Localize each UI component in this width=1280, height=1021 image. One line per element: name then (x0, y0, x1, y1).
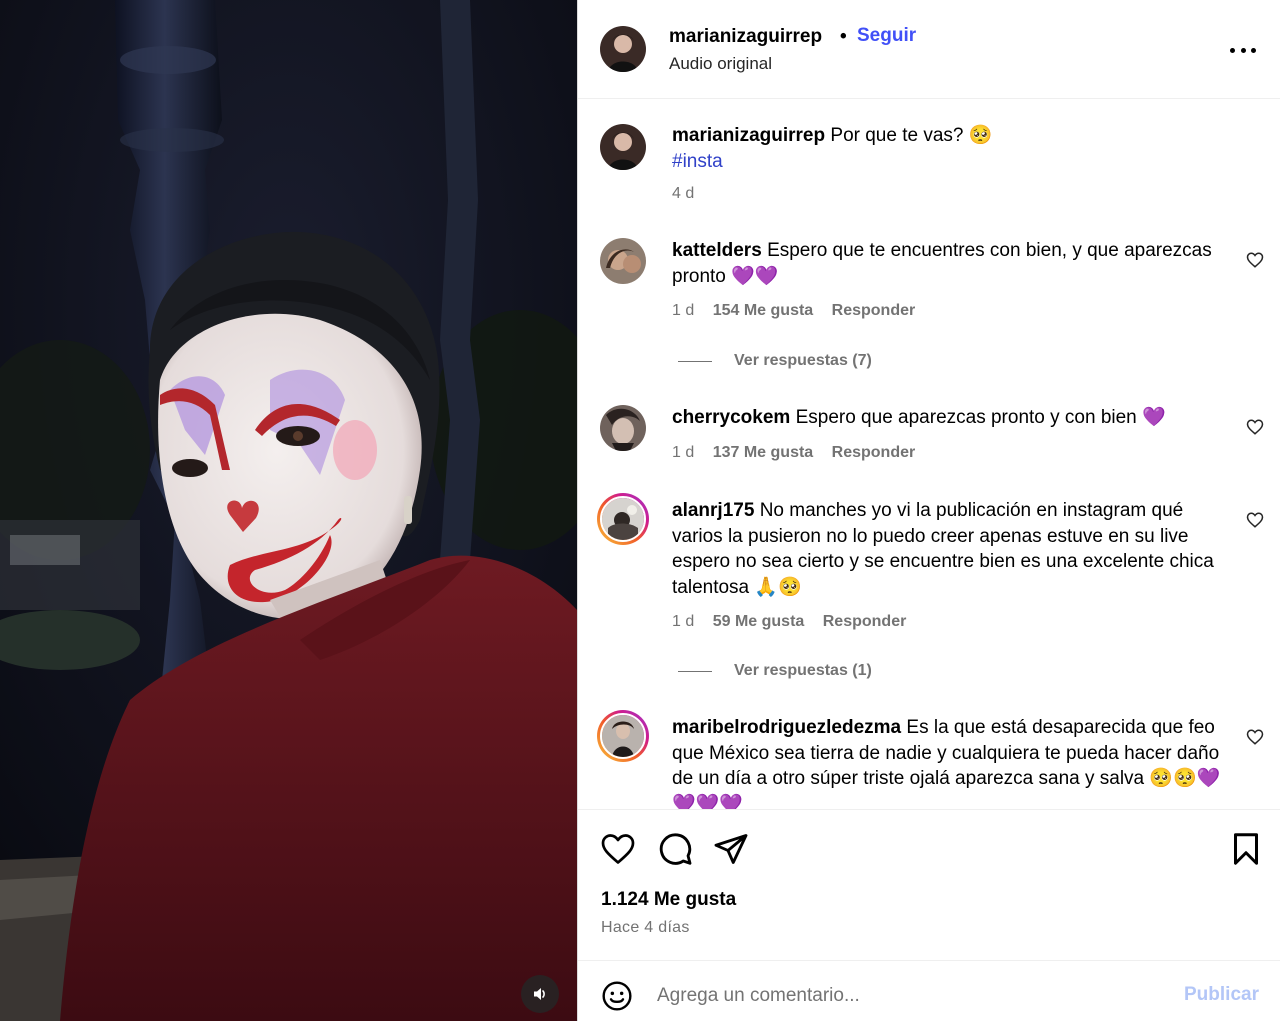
more-dot (1240, 47, 1246, 53)
comment-likes[interactable]: 59 Me gusta (713, 613, 805, 630)
comment-time[interactable]: 1 d (672, 302, 694, 319)
heart-icon[interactable] (1246, 728, 1264, 746)
reply-button[interactable]: Responder (823, 613, 907, 630)
paper-plane-icon[interactable] (713, 831, 749, 867)
caption-meta: 4 d (672, 185, 708, 203)
caption-text: marianizaguirrep Por que te vas? 🥺 #inst… (672, 123, 1224, 174)
comment-text: cherrycokem Espero que aparezcas pronto … (672, 405, 1224, 431)
commenter-avatar-story[interactable] (597, 710, 649, 762)
post-timestamp[interactable]: Hace 4 días (601, 919, 690, 937)
emoji-smiley-icon[interactable] (601, 980, 633, 1012)
comment-body: Espero que aparezcas pronto y con bien 💜 (795, 407, 1166, 428)
commenter-avatar[interactable] (600, 238, 646, 284)
comment-likes[interactable]: 137 Me gusta (713, 444, 813, 461)
comments-list[interactable]: marianizaguirrep Por que te vas? 🥺 #inst… (578, 100, 1280, 809)
more-options-button[interactable] (1230, 38, 1256, 62)
comment-username[interactable]: cherrycokem (672, 407, 790, 428)
mute-button[interactable] (521, 975, 559, 1013)
comment-composer: Publicar (578, 960, 1280, 1021)
caption-username[interactable]: marianizaguirrep (672, 125, 825, 146)
hashtag-link[interactable]: #insta (672, 151, 723, 172)
comment-likes[interactable]: 154 Me gusta (713, 302, 813, 319)
comment-text: kattelders Espero que te encuentres con … (672, 238, 1224, 289)
more-dot (1251, 47, 1256, 53)
comment-time[interactable]: 1 d (672, 613, 694, 630)
post-header: marianizaguirrep • Seguir Audio original (578, 0, 1280, 99)
post-photo (0, 0, 577, 1021)
comment-text: maribelrodriguezledezma Es la que está d… (672, 715, 1224, 809)
comment-username[interactable]: maribelrodriguezledezma (672, 717, 901, 738)
more-horizontal-icon (1230, 47, 1235, 53)
heart-icon[interactable] (1246, 251, 1264, 269)
heart-icon[interactable] (1246, 511, 1264, 529)
view-replies-button[interactable]: Ver respuestas (1) (678, 662, 872, 680)
comment-meta: 1 d 137 Me gusta Responder (672, 444, 929, 462)
comment-username[interactable]: alanrj175 (672, 500, 754, 521)
reply-button[interactable]: Responder (832, 444, 916, 461)
post-media[interactable] (0, 0, 577, 1021)
follow-button[interactable]: Seguir (857, 25, 916, 47)
comment-text: alanrj175 No manches yo vi la publicació… (672, 498, 1224, 600)
author-avatar[interactable] (600, 26, 646, 72)
comment-meta: 1 d 154 Me gusta Responder (672, 302, 929, 320)
post-sidebar: marianizaguirrep • Seguir Audio original… (578, 0, 1280, 1021)
comment-bubble-icon[interactable] (657, 831, 693, 867)
reply-button[interactable]: Responder (832, 302, 916, 319)
commenter-avatar[interactable] (600, 405, 646, 451)
comment-input[interactable] (657, 979, 1157, 1013)
separator-dot: • (840, 26, 847, 47)
view-replies-button[interactable]: Ver respuestas (7) (678, 352, 872, 370)
caption-avatar[interactable] (600, 124, 646, 170)
action-bar: 1.124 Me gusta Hace 4 días (578, 809, 1280, 960)
caption-time[interactable]: 4 d (672, 185, 694, 202)
comment-time[interactable]: 1 d (672, 444, 694, 461)
heart-icon[interactable] (600, 831, 636, 867)
audio-label[interactable]: Audio original (669, 54, 772, 74)
comment-username[interactable]: kattelders (672, 240, 762, 261)
author-username[interactable]: marianizaguirrep (669, 26, 822, 48)
likes-count[interactable]: 1.124 Me gusta (601, 889, 736, 911)
publish-button[interactable]: Publicar (1184, 984, 1259, 1006)
bookmark-icon[interactable] (1228, 831, 1264, 867)
speaker-icon (534, 988, 545, 1000)
caption-body: Por que te vas? 🥺 (830, 125, 993, 146)
heart-icon[interactable] (1246, 418, 1264, 436)
comment-body: No manches yo vi la publicación en insta… (672, 500, 1214, 598)
commenter-avatar-story[interactable] (597, 493, 649, 545)
comment-meta: 1 d 59 Me gusta Responder (672, 613, 920, 631)
